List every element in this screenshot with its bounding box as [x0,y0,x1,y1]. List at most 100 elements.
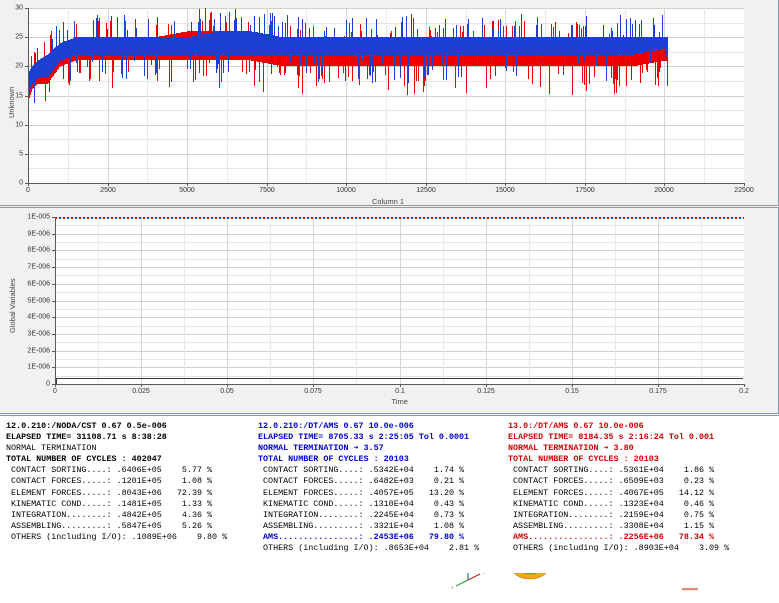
bottom-chart-dash-segment [219,217,221,219]
bottom-chart-y-tick-label: 9E-006 [0,231,50,238]
report-timing-row: KINEMATIC COND.....: .1323E+04 0.46 % [508,499,729,510]
top-chart-x-tick-label: 20000 [654,187,673,194]
bottom-chart-dash-segment [195,217,197,219]
bottom-chart-dash-segment [647,217,649,219]
bottom-chart-panel[interactable]: Time Global Variables [0,207,779,414]
bottom-chart-y-tick-label: 0 [0,381,50,388]
bottom-chart-dash-segment [131,217,133,219]
bottom-chart-x-tick [572,384,573,387]
report-timing-row: CONTACT FORCES.....: .6482E+03 0.21 % [258,476,479,487]
top-chart-y-tick-label: 20 [0,63,23,70]
bottom-chart-dash-segment [715,217,717,219]
bottom-chart-dash-segment [479,217,481,219]
bottom-chart-dash-segment [723,217,725,219]
bottom-chart-dash-segment [319,217,321,219]
top-chart-y-tick [25,66,28,67]
top-chart-panel[interactable]: Time step - MAG Column 1 Unknown 0510152… [0,0,779,206]
bottom-chart-dash-segment [655,217,657,219]
bottom-chart-dash-segment [231,217,233,219]
bottom-chart-dash-segment [659,217,661,219]
bottom-chart-dash-segment [611,217,613,219]
bottom-chart-dash-segment [735,217,737,219]
report-total-cycles: TOTAL NUMBER OF CYCLES : 20103 [258,454,479,465]
report-timing-row: OTHERS (including I/O): .1089E+06 9.80 % [6,532,227,543]
bottom-chart-dash-segment [719,217,721,219]
bottom-chart-dash-segment [151,217,153,219]
top-chart-gridline-v-minor [704,8,705,183]
bottom-chart-x-tick-label: 0.15 [565,388,579,395]
bottom-chart-dash-segment [291,217,293,219]
bottom-chart-dash-segment [59,217,61,219]
bottom-chart-dash-segment [183,217,185,219]
bottom-chart-dash-segment [591,217,593,219]
bottom-chart-gridline-v-minor [356,217,357,384]
bottom-chart-dash-segment [83,217,85,219]
bottom-chart-gridline-v-minor [270,217,271,384]
bottom-chart-x-tick-label: 0.075 [304,388,322,395]
bottom-chart-gridline-v [400,217,401,384]
bottom-chart-dash-segment [507,217,509,219]
bottom-chart-dash-segment [327,217,329,219]
report-timing-row: ASSEMBLING.........: .5847E+05 5.26 % [6,521,227,532]
bottom-chart-dash-segment [447,217,449,219]
bottom-chart-dash-segment [519,217,521,219]
report-timing-row: CONTACT SORTING....: .6406E+05 5.77 % [6,465,227,476]
report-timing-row: INTEGRATION........: .2245E+04 0.73 % [258,510,479,521]
bottom-chart-gridline-v-minor [615,217,616,384]
bottom-chart-dash-segment [347,217,349,219]
bottom-chart-dash-segment [315,217,317,219]
bottom-chart-dash-segment [155,217,157,219]
bottom-chart-dash-segment [571,217,573,219]
bottom-chart-dash-segment [703,217,705,219]
bottom-chart-dash-segment [303,217,305,219]
bottom-chart-dash-segment [227,217,229,219]
bottom-chart-x-tick-label: 0.125 [477,388,495,395]
bottom-chart-y-tick-label: 4E-006 [0,314,50,321]
bottom-chart-dash-segment [639,217,641,219]
top-chart-x-tick-label: 7500 [259,187,275,194]
bottom-chart-dash-segment [331,217,333,219]
top-chart-gridline-v-minor [68,8,69,183]
bottom-chart-dash-segment [743,217,744,219]
report-timing-row: CONTACT FORCES.....: .1201E+05 1.08 % [6,476,227,487]
bottom-chart-dash-segment [459,217,461,219]
bottom-chart-dash-segment [707,217,709,219]
bottom-chart-dash-segment [279,217,281,219]
bottom-chart-y-axis [55,217,56,385]
bottom-chart-dash-segment [467,217,469,219]
top-chart-x-axis [28,183,745,184]
bottom-chart-y-tick-label: 7E-006 [0,264,50,271]
top-chart-plot-area[interactable] [28,8,744,183]
bottom-chart-plot-area[interactable] [55,217,744,384]
bottom-chart-dash-segment [555,217,557,219]
bottom-chart-dash-segment [567,217,569,219]
bottom-chart-dash-segment [587,217,589,219]
bottom-chart-dash-segment [475,217,477,219]
bottom-chart-gridline-v [313,217,314,384]
top-chart-x-tick-label: 15000 [495,187,514,194]
bottom-chart-dash-segment [675,217,677,219]
top-chart-x-tick-label: 17500 [575,187,594,194]
bottom-chart-dash-segment [599,217,601,219]
report-header: 12.0.210:/DT/AMS 0.67 10.0e-006 [258,421,479,432]
bottom-chart-x-tick-label: 0.025 [132,388,150,395]
top-chart-gridline-v [426,8,427,183]
bottom-chart-gridline-v [572,217,573,384]
bottom-chart-dash-segment [79,217,81,219]
top-chart-x-tick-label: 5000 [179,187,195,194]
bottom-chart-dash-segment [323,217,325,219]
report-timing-row: KINEMATIC COND.....: .1481E+05 1.33 % [6,499,227,510]
bottom-chart-y-tick [52,367,55,368]
top-chart-y-tick [25,37,28,38]
bottom-chart-dash-segment [731,217,733,219]
bottom-chart-dash-segment [127,217,129,219]
top-chart-gridline-v-minor [545,8,546,183]
bottom-chart-dash-segment [435,217,437,219]
bottom-chart-dash-segment [159,217,161,219]
bottom-chart-y-tick-label: 3E-006 [0,331,50,338]
bottom-chart-y-tick [52,250,55,251]
report-termination-status: NORMAL TERMINATION [6,443,227,454]
bottom-chart-dash-segment [63,217,65,219]
bottom-chart-dash-segment [559,217,561,219]
bottom-chart-y-tick-label: 5E-006 [0,298,50,305]
